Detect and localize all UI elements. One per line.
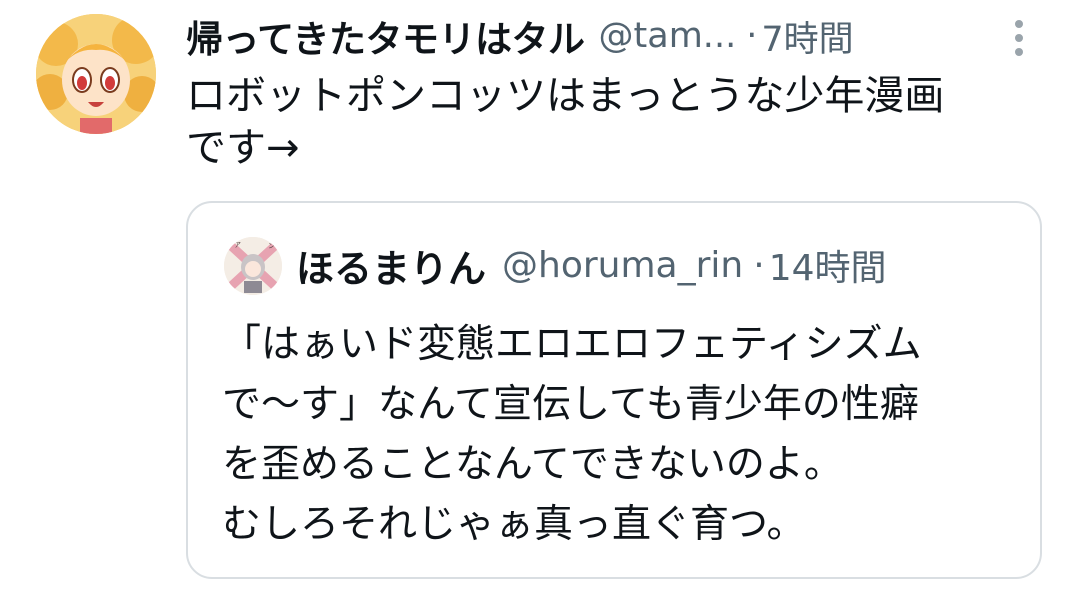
author-display-name[interactable]: 帰ってきたタモリはタル xyxy=(186,9,585,63)
header-separator: · xyxy=(746,16,758,56)
quoted-tweet-card[interactable]: ア ン ほるまりん @horuma_rin · 14時間 「はぁいド変態エロエロ… xyxy=(186,201,1042,579)
tweet[interactable]: 帰ってきたタモリはタル @tam... · 7時間 ロボットポンコッツはまっとう… xyxy=(0,0,1080,605)
quoted-tweet-timestamp[interactable]: 14時間 xyxy=(769,239,887,291)
quoted-tweet-text: 「はぁいド変態エロエロフェティシズム で〜す」なんて宣伝しても青少年の性癖 を歪… xyxy=(222,322,922,547)
svg-text:ア: ア xyxy=(234,241,241,249)
quoted-header-separator: · xyxy=(753,244,765,286)
quoted-author-display-name[interactable]: ほるまりん xyxy=(296,238,486,293)
tweet-timestamp[interactable]: 7時間 xyxy=(761,11,853,62)
author-handle[interactable]: @tam... xyxy=(599,16,737,56)
quoted-author-handle[interactable]: @horuma_rin xyxy=(502,245,743,286)
svg-text:ン: ン xyxy=(268,242,275,250)
quoted-author-avatar[interactable]: ア ン xyxy=(224,237,282,295)
tweet-text: ロボットポンコッツはまっとうな少年漫画 です→ xyxy=(186,73,945,171)
tweet-header: 帰ってきたタモリはタル @tam... · 7時間 xyxy=(186,10,1036,62)
author-avatar[interactable] xyxy=(36,14,156,134)
quoted-tweet-header: ほるまりん @horuma_rin · 14時間 xyxy=(296,239,887,291)
anime-character-avatar-icon: ア ン xyxy=(224,237,282,295)
more-options-button[interactable] xyxy=(1004,12,1034,60)
anime-girl-avatar-icon xyxy=(36,14,156,134)
